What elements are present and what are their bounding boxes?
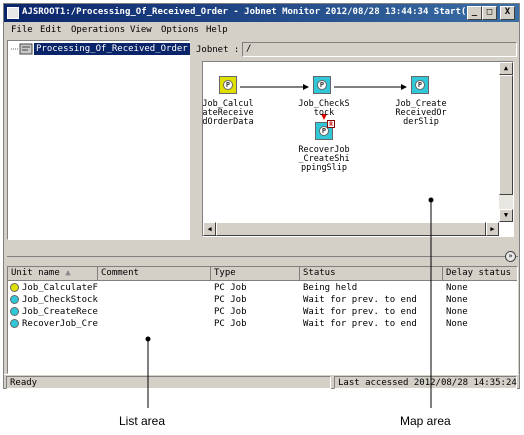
list-area-callout: List area — [119, 414, 166, 428]
map-area-callout: Map area — [400, 414, 451, 428]
callout-leaders — [145, 197, 434, 408]
